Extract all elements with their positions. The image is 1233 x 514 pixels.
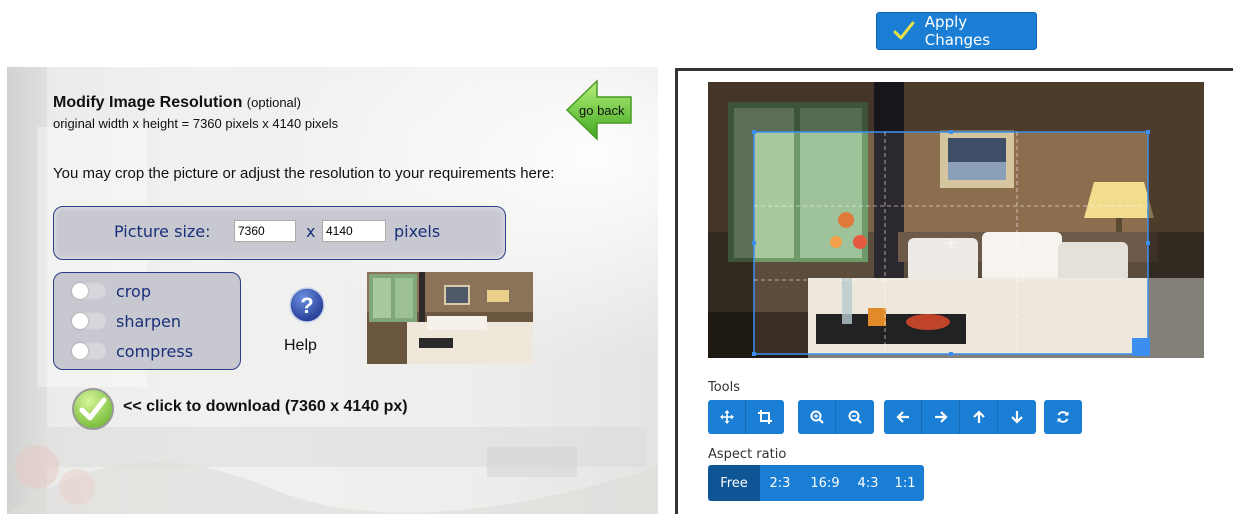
crop-button[interactable] xyxy=(746,400,784,434)
arrow-left-icon xyxy=(895,411,909,423)
move-down-button[interactable] xyxy=(998,400,1036,434)
aspect-16-9-button[interactable]: 16:9 xyxy=(800,465,850,501)
arrow-right-icon xyxy=(934,411,948,423)
move-button[interactable] xyxy=(708,400,746,434)
sharpen-toggle[interactable] xyxy=(71,312,107,330)
picture-size-box: Picture size: x pixels xyxy=(53,206,506,260)
aspect-4-3-button[interactable]: 4:3 xyxy=(850,465,886,501)
crop-icon xyxy=(758,410,772,424)
compress-label: compress xyxy=(116,341,194,361)
size-separator: x xyxy=(306,222,316,241)
page-title-main: Modify Image Resolution xyxy=(53,94,243,111)
move-icon xyxy=(719,410,734,424)
aspect-ratio-group: Free 2:3 16:9 4:3 1:1 xyxy=(708,465,924,501)
tools-group-rotate xyxy=(1044,400,1082,434)
download-check-icon[interactable] xyxy=(71,387,115,431)
zoom-out-button[interactable] xyxy=(836,400,874,434)
rotate-icon xyxy=(1057,411,1069,423)
download-link[interactable]: << click to download (7360 x 4140 px) xyxy=(123,398,408,416)
page-title-optional: (optional) xyxy=(246,95,301,110)
aspect-ratio-label: Aspect ratio xyxy=(708,447,787,462)
reset-button[interactable] xyxy=(1044,400,1082,434)
tools-group-move xyxy=(884,400,1036,434)
original-size-text: original width x height = 7360 pixels x … xyxy=(53,116,339,131)
go-back-button[interactable]: go back xyxy=(565,77,635,143)
crop-option[interactable]: crop xyxy=(71,281,151,301)
sharpen-label: sharpen xyxy=(116,311,181,331)
aspect-free-button[interactable]: Free xyxy=(708,465,760,501)
aspect-2-3-button[interactable]: 2:3 xyxy=(760,465,800,501)
resolution-panel: Modify Image Resolution (optional) origi… xyxy=(7,67,658,514)
move-left-button[interactable] xyxy=(884,400,922,434)
apply-changes-label: Apply Changes xyxy=(924,13,991,49)
width-input[interactable] xyxy=(234,220,296,242)
checkmark-icon xyxy=(893,21,915,40)
instruction-text: You may crop the picture or adjust the r… xyxy=(53,165,555,182)
options-box: crop sharpen compress xyxy=(53,272,241,370)
image-thumbnail xyxy=(367,272,533,364)
zoom-in-icon xyxy=(810,410,824,424)
zoom-in-button[interactable] xyxy=(798,400,836,434)
move-right-button[interactable] xyxy=(922,400,960,434)
height-input[interactable] xyxy=(322,220,386,242)
picture-size-label: Picture size: xyxy=(114,222,211,241)
aspect-1-1-button[interactable]: 1:1 xyxy=(886,465,924,501)
svg-text:?: ? xyxy=(300,293,313,318)
crop-editor-panel: Tools Aspect ratio Free 2:3 16:9 4:3 1:1 xyxy=(675,68,1233,514)
arrow-up-icon xyxy=(972,410,985,423)
crop-canvas[interactable] xyxy=(708,82,1204,358)
help-icon[interactable]: ? xyxy=(289,287,325,323)
tools-group-zoom xyxy=(798,400,874,434)
crop-label: crop xyxy=(116,281,151,301)
arrow-down-icon xyxy=(1011,411,1023,424)
go-back-label: go back xyxy=(579,103,625,118)
apply-changes-button[interactable]: Apply Changes xyxy=(876,12,1037,50)
move-up-button[interactable] xyxy=(960,400,998,434)
zoom-out-icon xyxy=(848,410,862,424)
crop-toggle[interactable] xyxy=(71,282,107,300)
compress-toggle[interactable] xyxy=(71,342,107,360)
tools-label: Tools xyxy=(708,380,741,395)
size-unit: pixels xyxy=(394,222,441,241)
tools-group-crop xyxy=(708,400,784,434)
sharpen-option[interactable]: sharpen xyxy=(71,311,181,331)
page-title: Modify Image Resolution (optional) xyxy=(53,94,301,112)
compress-option[interactable]: compress xyxy=(71,341,193,361)
help-label: Help xyxy=(284,337,317,354)
